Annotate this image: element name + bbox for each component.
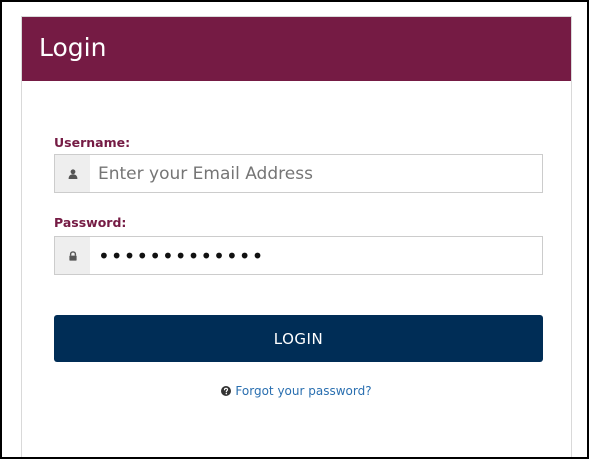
password-input-group [54,236,543,275]
window-frame: Login Username: Password: LOGIN [0,0,589,459]
login-panel: Login Username: Password: LOGIN [21,16,572,457]
user-icon [55,155,90,192]
password-input[interactable] [90,237,542,274]
question-circle-icon [221,386,232,396]
password-label: Password: [54,215,127,230]
username-input-group [54,154,543,193]
forgot-password-label: Forgot your password? [235,384,372,398]
username-input[interactable] [90,155,542,192]
page-title: Login [39,33,107,62]
lock-icon [55,237,90,274]
forgot-password-link[interactable]: Forgot your password? [22,384,571,398]
login-button[interactable]: LOGIN [54,315,543,362]
login-header: Login [22,17,571,81]
username-label: Username: [54,135,131,150]
